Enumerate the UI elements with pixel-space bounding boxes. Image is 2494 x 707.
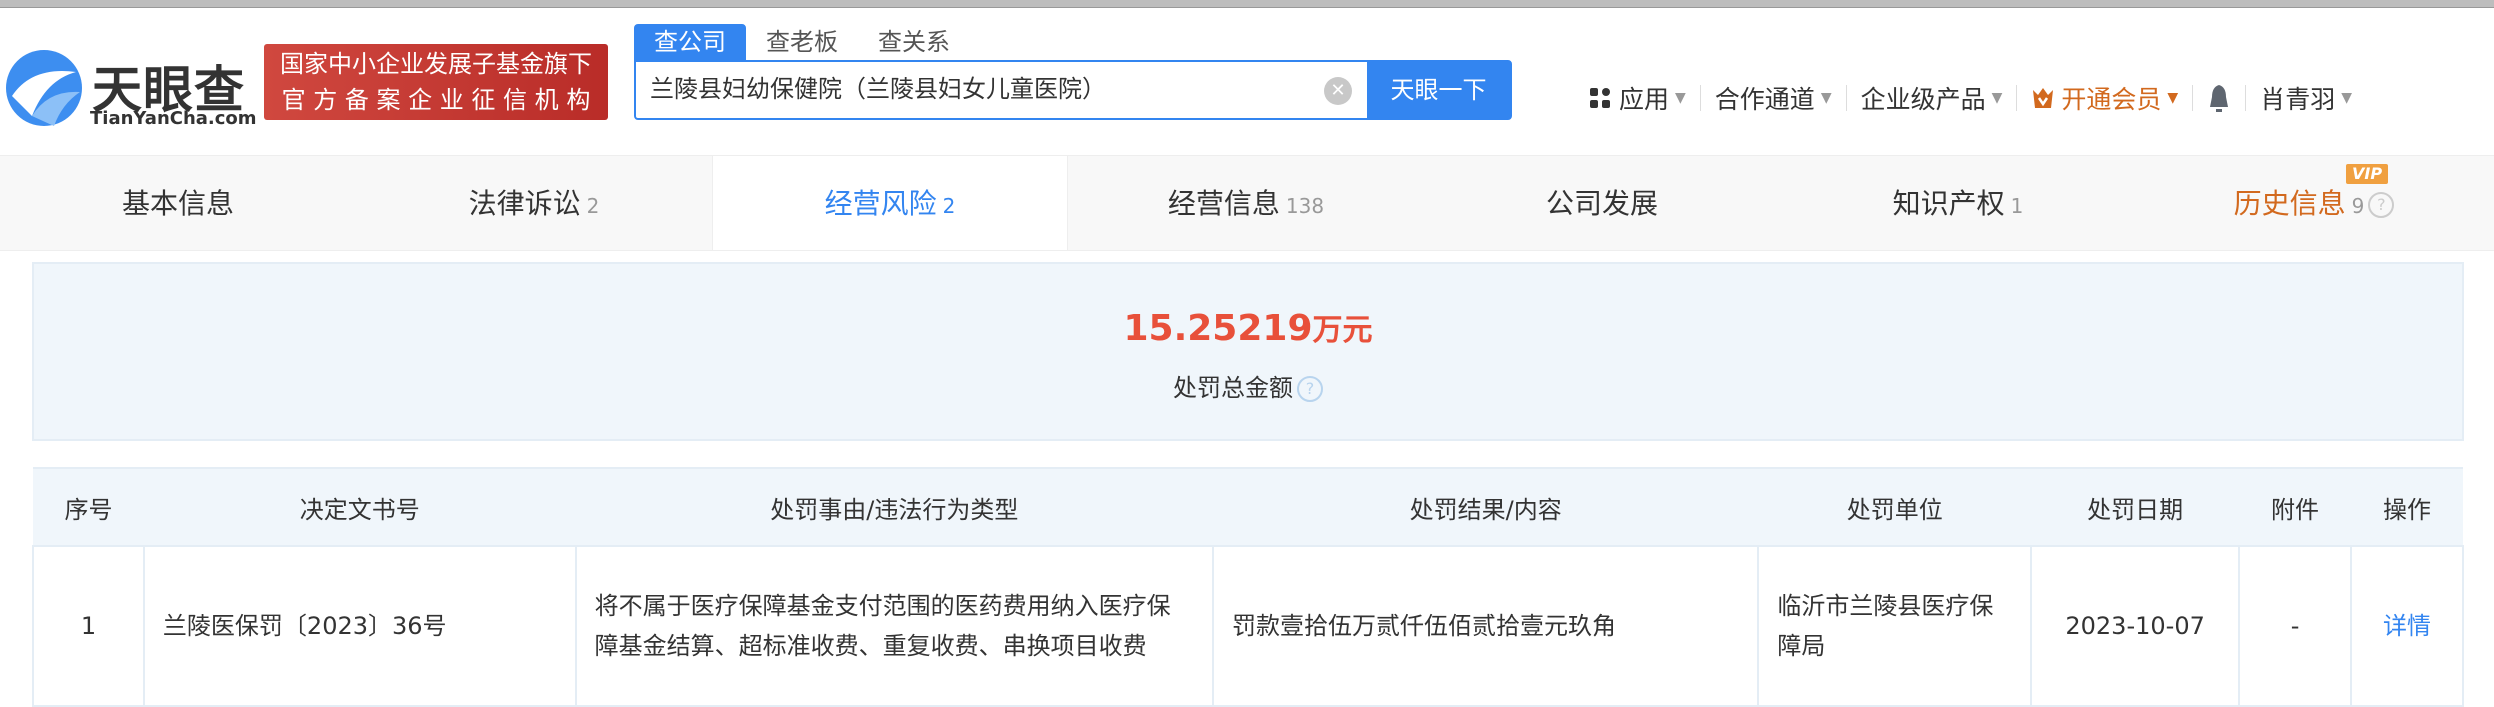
enterprise-menu[interactable]: 企业级产品 ▼ <box>1847 80 2017 116</box>
apps-label: 应用 <box>1619 85 1670 114</box>
tab-history-info[interactable]: VIP 历史信息 9? <box>2136 156 2492 250</box>
caret-down-icon: ▼ <box>1675 90 1686 106</box>
cell-unit: 临沂市兰陵县医疗保障局 <box>1757 545 2033 707</box>
col-date: 处罚日期 <box>2031 467 2240 547</box>
cell-reason: 将不属于医疗保障基金支付范围的医药费用纳入医疗保障基金结算、超标准收费、重复收费… <box>574 545 1214 707</box>
cell-doc-no: 兰陵医保罚〔2023〕36号 <box>142 545 577 707</box>
user-name: 肖青羽 <box>2260 85 2336 114</box>
tab-operating-risk[interactable]: 经营风险 2 <box>712 156 1068 250</box>
tab-label: 基本信息 <box>121 187 234 220</box>
tab-search-relation[interactable]: 查关系 <box>858 24 970 60</box>
col-doc-no: 决定文书号 <box>143 467 576 547</box>
col-action: 操作 <box>2350 467 2463 547</box>
browser-tabstrip <box>0 0 2494 8</box>
caret-down-icon: ▼ <box>2167 90 2179 106</box>
col-index: 序号 <box>33 467 144 547</box>
tab-legal[interactable]: 法律诉讼 2 <box>356 156 712 250</box>
top-right-nav: 应用 ▼ 合作通道 ▼ 企业级产品 ▼ 开通会员 ▼ 肖青羽 ▼ <box>1575 80 2366 116</box>
total-penalty-amount: 15.25219万元 <box>34 304 2462 356</box>
logo-domain: TianYanCha.com <box>90 108 257 129</box>
tab-count: 9 <box>2351 194 2365 218</box>
tab-operating-info[interactable]: 经营信息 138 <box>1068 156 1424 250</box>
search-button[interactable]: 天眼一下 <box>1367 62 1510 118</box>
col-result: 处罚结果/内容 <box>1212 467 1759 547</box>
vip-menu[interactable]: 开通会员 ▼ <box>2017 80 2192 116</box>
tab-label: 法律诉讼 <box>468 187 581 220</box>
penalty-table: 序号 决定文书号 处罚事由/违法行为类型 处罚结果/内容 处罚单位 处罚日期 附… <box>32 467 2465 707</box>
tab-count: 1 <box>2010 194 2024 218</box>
search-type-tabs: 查公司 查老板 查关系 <box>634 24 970 60</box>
enterprise-label: 企业级产品 <box>1860 85 1986 114</box>
tab-label: 经营风险 <box>824 187 937 220</box>
tab-count: 2 <box>586 194 600 218</box>
tab-count: 138 <box>1285 194 1325 218</box>
table-header-row: 序号 决定文书号 处罚事由/违法行为类型 处罚结果/内容 处罚单位 处罚日期 附… <box>33 467 2463 547</box>
cell-index: 1 <box>32 545 145 707</box>
tab-company-development[interactable]: 公司发展 <box>1424 156 1780 250</box>
tab-label: 历史信息 <box>2233 187 2346 220</box>
penalty-summary: 15.25219万元 处罚总金额? <box>32 262 2464 441</box>
company-section-tabs: 基本信息 法律诉讼 2 经营风险 2 经营信息 138 公司发展 知识产权 1 VIP 历… <box>0 155 2494 251</box>
apps-menu[interactable]: 应用 ▼ <box>1575 80 1700 116</box>
tab-count: 2 <box>942 194 956 218</box>
bell-icon <box>2210 85 2229 112</box>
table-row: 1 兰陵医保罚〔2023〕36号 将不属于医疗保障基金支付范围的医药费用纳入医疗… <box>32 545 2465 707</box>
partner-menu[interactable]: 合作通道 ▼ <box>1701 80 1846 116</box>
grid-icon <box>1590 88 1610 108</box>
caret-down-icon: ▼ <box>2341 90 2352 106</box>
certification-badge: 国家中小企业发展子基金旗下 官 方 备 案 企 业 征 信 机 构 <box>264 44 608 120</box>
notifications-button[interactable] <box>2193 83 2245 113</box>
vip-label: 开通会员 <box>2061 85 2162 114</box>
clear-icon[interactable]: ✕ <box>1324 77 1352 105</box>
caret-down-icon: ▼ <box>1991 90 2003 106</box>
amount-label: 处罚总金额 <box>1173 374 1293 402</box>
cell-result: 罚款壹拾伍万贰仟伍佰贰拾壹元玖角 <box>1211 545 1760 707</box>
tab-label: 经营信息 <box>1167 187 1280 220</box>
tab-basic-info[interactable]: 基本信息 <box>0 156 356 250</box>
amount-value: 15.25219 <box>1123 308 1313 349</box>
tab-intellectual-property[interactable]: 知识产权 1 <box>1780 156 2136 250</box>
badge-line-2: 官 方 备 案 企 业 征 信 机 构 <box>281 86 591 114</box>
col-attachment: 附件 <box>2239 467 2351 547</box>
col-unit: 处罚单位 <box>1758 467 2032 547</box>
logo[interactable]: 天眼查 TianYanCha.com <box>2 46 257 130</box>
logo-eye-icon <box>6 50 82 126</box>
vip-tag: VIP <box>2346 164 2389 184</box>
badge-line-1: 国家中小企业发展子基金旗下 <box>280 50 592 78</box>
caret-down-icon: ▼ <box>1820 90 1832 106</box>
search-box: ✕ 天眼一下 <box>634 60 1512 120</box>
search-input[interactable] <box>650 62 1290 118</box>
tab-search-company[interactable]: 查公司 <box>634 24 746 60</box>
cell-date: 2023-10-07 <box>2030 545 2241 707</box>
crown-icon <box>2033 88 2054 108</box>
tab-label: 公司发展 <box>1545 187 1658 220</box>
details-link[interactable]: 详情 <box>2349 545 2465 707</box>
tab-search-boss[interactable]: 查老板 <box>746 24 858 60</box>
help-icon[interactable]: ? <box>2368 192 2395 218</box>
amount-unit: 万元 <box>1312 313 1373 348</box>
user-menu[interactable]: 肖青羽 ▼ <box>2246 80 2366 116</box>
help-icon[interactable]: ? <box>1297 376 1323 402</box>
col-reason: 处罚事由/违法行为类型 <box>575 467 1213 547</box>
header: 天眼查 TianYanCha.com 国家中小企业发展子基金旗下 官 方 备 案… <box>0 8 2494 155</box>
tab-label: 知识产权 <box>1892 187 2005 220</box>
partner-label: 合作通道 <box>1714 85 1815 114</box>
amount-label-row: 处罚总金额? <box>34 368 2462 408</box>
cell-attachment: - <box>2238 545 2352 707</box>
